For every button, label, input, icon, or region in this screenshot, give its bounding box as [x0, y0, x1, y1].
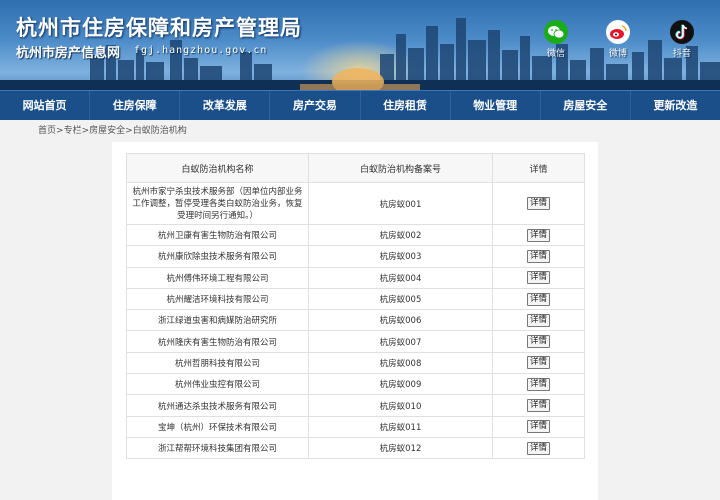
agency-code-cell: 杭房蚁012 — [308, 436, 493, 460]
table-row: 杭州哲朋科技有限公司 杭房蚁008 详情 — [126, 351, 585, 375]
nav-item-home[interactable]: 网站首页 — [0, 91, 91, 120]
table-row: 杭州康欣除虫技术服务有限公司 杭房蚁003 详情 — [126, 245, 585, 268]
site-domain: fgj.hangzhou.gov.cn — [134, 45, 268, 56]
nav-item-rental[interactable]: 住房租赁 — [361, 91, 451, 120]
table-row: 杭州隆庆有害生物防治有限公司 杭房蚁007 详情 — [126, 330, 585, 353]
detail-cell: 详情 — [492, 394, 585, 417]
detail-cell: 详情 — [492, 309, 585, 332]
table-row: 杭州傅伟环境工程有限公司 杭房蚁004 详情 — [126, 266, 585, 289]
column-header-code: 白蚁防治机构备案号 — [308, 153, 493, 183]
agency-name-cell: 杭州伟业虫控有限公司 — [126, 373, 309, 396]
wechat-label: 微信 — [546, 49, 565, 59]
agency-name-cell: 浙江绿道虫害和病媒防治研究所 — [126, 309, 309, 332]
site-title: 杭州市住房保障和房产管理局 — [16, 15, 302, 40]
breadcrumb-current[interactable]: 白蚁防治机构 — [133, 126, 187, 136]
detail-button[interactable]: 详情 — [526, 313, 550, 327]
table-row: 浙江帮帮环境科技集团有限公司 杭房蚁012 详情 — [126, 436, 585, 460]
nav-item-renewal[interactable]: 更新改造 — [631, 91, 720, 120]
table-row: 杭州伟业虫控有限公司 杭房蚁009 详情 — [126, 373, 585, 396]
agency-name-cell: 杭州傅伟环境工程有限公司 — [126, 266, 309, 289]
detail-cell: 详情 — [492, 436, 585, 460]
nav-item-housing-security[interactable]: 住房保障 — [90, 91, 181, 120]
agency-code-cell: 杭房蚁007 — [308, 330, 493, 353]
douyin-icon — [670, 20, 694, 44]
table-row: 杭州通达杀虫技术服务有限公司 杭房蚁010 详情 — [126, 394, 585, 417]
agency-code-cell: 杭房蚁006 — [308, 309, 493, 332]
nav-item-property-trading[interactable]: 房产交易 — [270, 91, 361, 120]
agency-name-cell: 浙江帮帮环境科技集团有限公司 — [126, 436, 309, 460]
nav-item-reform[interactable]: 改革发展 — [180, 91, 271, 120]
wechat-icon — [544, 20, 568, 44]
detail-cell: 详情 — [492, 351, 585, 375]
breadcrumb-column[interactable]: 专栏 — [64, 126, 82, 136]
breadcrumb-sep: > — [125, 126, 133, 136]
table-row: 杭州市家宁杀虫技术服务部（因单位内部业务工作调整，暂停受理各类白蚁防治业务，恢复… — [126, 182, 585, 225]
detail-button[interactable]: 详情 — [526, 197, 550, 210]
nav-item-property-management[interactable]: 物业管理 — [451, 91, 541, 120]
table-row: 宝坤（杭州）环保技术有限公司 杭房蚁011 详情 — [126, 415, 585, 438]
agency-code-cell: 杭房蚁005 — [308, 287, 493, 311]
douyin-link[interactable]: 抖音 — [662, 20, 702, 59]
agency-code-cell: 杭房蚁003 — [308, 245, 493, 268]
douyin-label: 抖音 — [672, 49, 691, 59]
detail-button[interactable]: 详情 — [526, 356, 550, 370]
breadcrumb: 首页>专栏>房屋安全>白蚁防治机构 — [0, 120, 720, 142]
main-nav: 网站首页 住房保障 改革发展 房产交易 住房租赁 物业管理 房屋安全 更新改造 — [0, 90, 720, 120]
agency-name-cell: 杭州卫康有害生物防治有限公司 — [126, 223, 309, 247]
detail-cell: 详情 — [492, 330, 585, 353]
detail-button[interactable]: 详情 — [526, 292, 550, 306]
detail-button[interactable]: 详情 — [526, 271, 550, 285]
table-header-row: 白蚁防治机构名称 白蚁防治机构备案号 详情 — [126, 153, 585, 183]
agency-code-cell: 杭房蚁002 — [308, 223, 493, 247]
agency-code-cell: 杭房蚁009 — [308, 373, 493, 396]
detail-cell: 详情 — [492, 182, 585, 225]
weibo-link[interactable]: 微博 — [598, 20, 638, 59]
detail-button[interactable]: 详情 — [526, 249, 550, 263]
termite-agency-table: 白蚁防治机构名称 白蚁防治机构备案号 详情 杭州市家宁杀虫技术服务部（因单位内部… — [126, 153, 585, 460]
weibo-icon — [606, 20, 630, 44]
detail-cell: 详情 — [492, 245, 585, 268]
detail-button[interactable]: 详情 — [526, 228, 550, 242]
detail-button[interactable]: 详情 — [526, 335, 550, 349]
detail-cell: 详情 — [492, 266, 585, 289]
agency-name-cell: 杭州通达杀虫技术服务有限公司 — [126, 394, 309, 417]
detail-button[interactable]: 详情 — [526, 441, 550, 455]
column-header-detail: 详情 — [492, 153, 585, 183]
agency-code-cell: 杭房蚁001 — [308, 182, 493, 225]
detail-button[interactable]: 详情 — [526, 377, 550, 391]
agency-code-cell: 杭房蚁004 — [308, 266, 493, 289]
breadcrumb-sep: > — [56, 126, 64, 136]
agency-name-cell: 杭州康欣除虫技术服务有限公司 — [126, 245, 309, 268]
agency-code-cell: 杭房蚁008 — [308, 351, 493, 375]
agency-code-cell: 杭房蚁011 — [308, 415, 493, 438]
nav-item-house-safety[interactable]: 房屋安全 — [541, 91, 631, 120]
agency-name-cell: 杭州哲朋科技有限公司 — [126, 351, 309, 375]
wechat-link[interactable]: 微信 — [536, 20, 576, 59]
agency-code-cell: 杭房蚁010 — [308, 394, 493, 417]
agency-name-cell: 杭州市家宁杀虫技术服务部（因单位内部业务工作调整，暂停受理各类白蚁防治业务，恢复… — [126, 182, 309, 225]
detail-button[interactable]: 详情 — [526, 399, 550, 413]
header-banner: 杭州市住房保障和房产管理局 杭州市房产信息网 fgj.hangzhou.gov.… — [0, 0, 720, 90]
breadcrumb-home[interactable]: 首页 — [38, 126, 56, 136]
table-row: 杭州耀洁环境科技有限公司 杭房蚁005 详情 — [126, 287, 585, 311]
detail-button[interactable]: 详情 — [526, 420, 550, 434]
breadcrumb-sep: > — [81, 126, 90, 136]
detail-cell: 详情 — [492, 287, 585, 311]
agency-name-cell: 宝坤（杭州）环保技术有限公司 — [126, 415, 309, 438]
detail-cell: 详情 — [492, 223, 585, 247]
agency-name-cell: 杭州隆庆有害生物防治有限公司 — [126, 330, 309, 353]
agency-name-cell: 杭州耀洁环境科技有限公司 — [126, 287, 309, 311]
column-header-name: 白蚁防治机构名称 — [126, 153, 309, 183]
table-row: 杭州卫康有害生物防治有限公司 杭房蚁002 详情 — [126, 223, 585, 247]
content-panel: 白蚁防治机构名称 白蚁防治机构备案号 详情 杭州市家宁杀虫技术服务部（因单位内部… — [112, 142, 598, 500]
detail-cell: 详情 — [492, 415, 585, 438]
weibo-label: 微博 — [608, 49, 627, 59]
site-subtitle: 杭州市房产信息网 — [16, 46, 121, 61]
breadcrumb-house-safety[interactable]: 房屋安全 — [89, 126, 125, 136]
table-row: 浙江绿道虫害和病媒防治研究所 杭房蚁006 详情 — [126, 309, 585, 332]
detail-cell: 详情 — [492, 373, 585, 396]
